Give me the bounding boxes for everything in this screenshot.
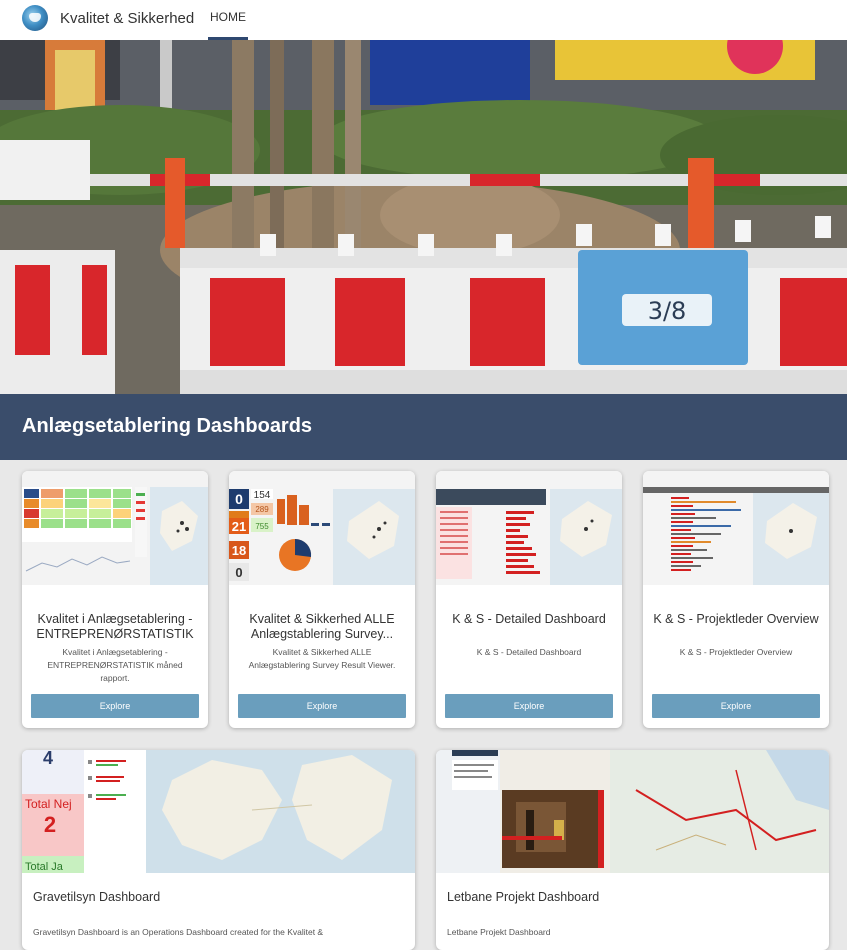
card-title[interactable]: K & S - Detailed Dashboard bbox=[444, 612, 614, 627]
dashboard-card-projektleder[interactable]: K & S - Projektleder Overview K & S - Pr… bbox=[643, 471, 829, 728]
nav-home-tab[interactable]: HOME bbox=[208, 10, 248, 40]
card-thumbnail[interactable]: 0 154 289 21 755 18 0 bbox=[229, 471, 415, 585]
dashboard-card-entreprenorstatistik[interactable]: Kvalitet i Anlægsetablering - ENTREPRENØ… bbox=[22, 471, 208, 728]
dashboard-card-detailed[interactable]: K & S - Detailed Dashboard K & S - Detai… bbox=[436, 471, 622, 728]
dashboard-card-gravetilsyn[interactable]: 4 Total Nej 2 Total Ja Gravetilsyn Dashb… bbox=[22, 750, 415, 950]
explore-button[interactable]: Explore bbox=[652, 694, 820, 718]
card-description: Kvalitet i Anlægsetablering - ENTREPRENØ… bbox=[47, 647, 183, 683]
card-description: K & S - Projektleder Overview bbox=[679, 647, 793, 657]
thumb-number: 289 bbox=[255, 505, 269, 514]
thumb-number: 755 bbox=[255, 522, 269, 531]
explore-button[interactable]: Explore bbox=[445, 694, 613, 718]
thumb-number: 18 bbox=[232, 543, 246, 558]
thumb-label: Total Nej bbox=[25, 797, 72, 811]
thumb-count: 4 bbox=[43, 750, 53, 768]
card-description: Kvalitet & Sikkerhed ALLE Anlægstablerin… bbox=[248, 647, 396, 670]
sign-handwritten-text: 3/8 bbox=[648, 297, 687, 325]
card-title[interactable]: Gravetilsyn Dashboard bbox=[33, 890, 407, 905]
card-title[interactable]: K & S - Projektleder Overview bbox=[651, 612, 821, 627]
card-thumbnail[interactable] bbox=[436, 750, 829, 873]
thumb-number: 0 bbox=[235, 565, 242, 580]
card-description: K & S - Detailed Dashboard bbox=[476, 647, 582, 657]
site-title[interactable]: Kvalitet & Sikkerhed bbox=[60, 10, 194, 27]
explore-button[interactable]: Explore bbox=[31, 694, 199, 718]
thumb-number: 21 bbox=[232, 519, 246, 534]
thumb-number: 0 bbox=[235, 491, 243, 507]
dashboard-card-alle-survey[interactable]: 0 154 289 21 755 18 0 Kvalitet & Sikkerh… bbox=[229, 471, 415, 728]
card-description: Gravetilsyn Dashboard is an Operations D… bbox=[33, 927, 324, 937]
thumb-number: 154 bbox=[254, 490, 271, 501]
card-description: Letbane Projekt Dashboard bbox=[447, 927, 551, 937]
site-logo-icon[interactable] bbox=[22, 5, 48, 31]
hero-banner-image: 3/8 bbox=[0, 40, 847, 394]
section-title: Anlægsetablering Dashboards bbox=[22, 415, 313, 437]
card-title[interactable]: Kvalitet & Sikkerhed ALLE Anlægstablerin… bbox=[237, 612, 407, 642]
dashboard-card-letbane[interactable]: Letbane Projekt Dashboard Letbane Projek… bbox=[436, 750, 829, 950]
card-thumbnail[interactable] bbox=[643, 471, 829, 585]
card-thumbnail[interactable]: 4 Total Nej 2 Total Ja bbox=[22, 750, 415, 873]
section-banner: Anlægsetablering Dashboards bbox=[0, 394, 847, 460]
thumb-count: 2 bbox=[44, 812, 56, 837]
card-title[interactable]: Letbane Projekt Dashboard bbox=[447, 890, 821, 905]
card-thumbnail[interactable] bbox=[436, 471, 622, 585]
thumb-label: Total Ja bbox=[25, 861, 64, 873]
card-thumbnail[interactable] bbox=[22, 471, 208, 585]
card-title[interactable]: Kvalitet i Anlægsetablering - ENTREPRENØ… bbox=[30, 612, 200, 642]
explore-button[interactable]: Explore bbox=[238, 694, 406, 718]
top-navigation-bar: Kvalitet & Sikkerhed HOME bbox=[0, 0, 847, 40]
